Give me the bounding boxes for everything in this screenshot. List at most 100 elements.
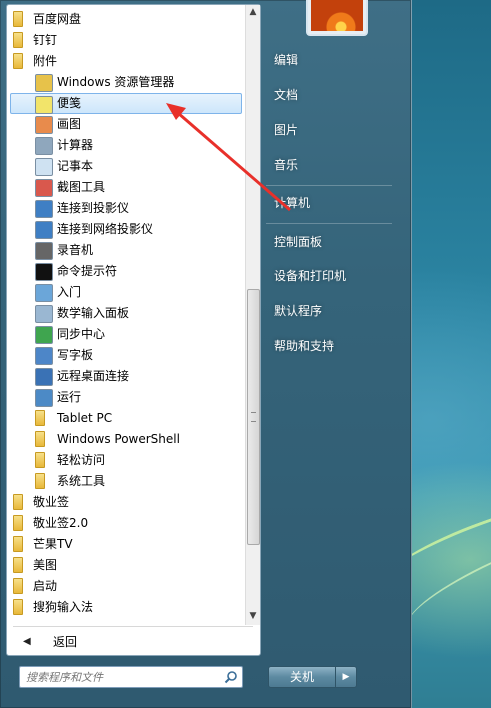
program-item[interactable]: 运行	[11, 387, 241, 407]
program-label: 搜狗输入法	[33, 600, 94, 614]
search-box[interactable]	[19, 666, 243, 688]
scroll-down-button[interactable]: ▼	[246, 609, 260, 623]
right-link[interactable]: 图片	[266, 117, 414, 143]
program-item[interactable]: 美图	[11, 555, 241, 575]
program-item[interactable]: Windows PowerShell	[11, 429, 241, 449]
program-item[interactable]: 画图	[11, 114, 241, 134]
program-item[interactable]: 芒果TV	[11, 534, 241, 554]
paint-icon	[35, 116, 53, 134]
search-icon[interactable]	[224, 670, 238, 684]
program-item[interactable]: 录音机	[11, 240, 241, 260]
program-label: 连接到网络投影仪	[57, 222, 154, 236]
folder-icon	[35, 473, 45, 489]
folder-icon	[13, 578, 23, 594]
program-label: 数学输入面板	[57, 306, 130, 320]
run-icon	[35, 389, 53, 407]
flower-picture	[311, 0, 363, 31]
program-item[interactable]: Windows 资源管理器	[11, 72, 241, 92]
right-link[interactable]: 音乐	[266, 152, 414, 178]
program-item[interactable]: 敬业签	[11, 492, 241, 512]
program-label: 同步中心	[57, 327, 106, 341]
program-label: Tablet PC	[57, 411, 113, 425]
folder-icon	[13, 11, 23, 27]
program-label: Windows 资源管理器	[57, 75, 175, 89]
snipping-tool-icon	[35, 179, 53, 197]
program-item[interactable]: 连接到投影仪	[11, 198, 241, 218]
program-label: 记事本	[57, 159, 94, 173]
user-picture[interactable]	[306, 0, 368, 36]
right-link[interactable]: 默认程序	[266, 298, 414, 324]
program-item[interactable]: 便笺	[10, 93, 242, 114]
program-label: 画图	[57, 117, 82, 131]
program-label: 敬业签	[33, 495, 70, 509]
program-item[interactable]: 敬业签2.0	[11, 513, 241, 533]
program-item[interactable]: 轻松访问	[11, 450, 241, 470]
program-label: 入门	[57, 285, 82, 299]
folder-icon	[35, 410, 45, 426]
program-label: 附件	[33, 54, 58, 68]
all-programs-list: 百度网盘钉钉附件 Windows 资源管理器便笺画图计算器记事本截图工具 连接到投影…	[7, 5, 243, 625]
program-item[interactable]: 入门	[11, 282, 241, 302]
microphone-icon	[35, 242, 53, 260]
right-link[interactable]: 控制面板	[266, 229, 414, 255]
program-label: 远程桌面连接	[57, 369, 130, 383]
program-item[interactable]: 搜狗输入法	[11, 597, 241, 617]
scroll-thumb[interactable]	[247, 289, 260, 545]
program-label: Windows PowerShell	[57, 432, 180, 446]
folder-icon	[13, 536, 23, 552]
program-item[interactable]: 计算器	[11, 135, 241, 155]
divider	[13, 626, 253, 627]
program-item[interactable]: 远程桌面连接	[11, 366, 241, 386]
program-label: 计算器	[57, 138, 94, 152]
scrollbar[interactable]: ▲ ▼	[245, 5, 260, 625]
search-input[interactable]	[26, 667, 216, 687]
folder-icon	[13, 32, 23, 48]
shutdown-options-button[interactable]: ▶	[335, 666, 357, 688]
folder-icon	[13, 53, 23, 69]
program-item[interactable]: 系统工具	[11, 471, 241, 491]
program-item[interactable]: 附件	[11, 51, 241, 71]
right-link[interactable]: 文档	[266, 82, 414, 108]
program-item[interactable]: 记事本	[11, 156, 241, 176]
remote-desktop-icon	[35, 368, 53, 386]
program-label: 敬业签2.0	[33, 516, 89, 530]
right-separator	[266, 223, 392, 224]
program-item[interactable]: 连接到网络投影仪	[11, 219, 241, 239]
program-item[interactable]: 启动	[11, 576, 241, 596]
programs-panel: 百度网盘钉钉附件 Windows 资源管理器便笺画图计算器记事本截图工具 连接到投影…	[6, 4, 261, 656]
projector-icon	[35, 200, 53, 218]
folder-icon	[13, 494, 23, 510]
program-item[interactable]: 截图工具	[11, 177, 241, 197]
back-button[interactable]: ◀ 返回	[15, 631, 253, 653]
folder-icon	[35, 452, 45, 468]
calculator-icon	[35, 137, 53, 155]
program-item[interactable]: 钉钉	[11, 30, 241, 50]
program-item[interactable]: Tablet PC	[11, 408, 241, 428]
command-prompt-icon	[35, 263, 53, 281]
scroll-up-button[interactable]: ▲	[246, 5, 260, 19]
math-input-icon	[35, 305, 53, 323]
right-link[interactable]: 计算机	[266, 190, 414, 216]
start-menu: 百度网盘钉钉附件 Windows 资源管理器便笺画图计算器记事本截图工具 连接到投影…	[0, 0, 412, 708]
network-projector-icon	[35, 221, 53, 239]
shutdown-button[interactable]: 关机	[268, 666, 336, 688]
program-label: 百度网盘	[33, 12, 82, 26]
program-label: 写字板	[57, 348, 94, 362]
sticky-notes-icon	[35, 96, 53, 114]
program-item[interactable]: 写字板	[11, 345, 241, 365]
program-item[interactable]: 数学输入面板	[11, 303, 241, 323]
program-item[interactable]: 同步中心	[11, 324, 241, 344]
sync-center-icon	[35, 326, 53, 344]
program-label: 启动	[33, 579, 58, 593]
right-separator	[266, 185, 392, 186]
right-link[interactable]: 编辑	[266, 47, 414, 73]
program-label: 芒果TV	[33, 537, 73, 551]
folder-icon	[13, 515, 23, 531]
right-link[interactable]: 帮助和支持	[266, 333, 414, 359]
scroll-grip	[251, 412, 256, 422]
program-label: 钉钉	[33, 33, 58, 47]
program-item[interactable]: 命令提示符	[11, 261, 241, 281]
program-label: 系统工具	[57, 474, 106, 488]
right-link[interactable]: 设备和打印机	[266, 263, 414, 289]
program-item[interactable]: 百度网盘	[11, 9, 241, 29]
